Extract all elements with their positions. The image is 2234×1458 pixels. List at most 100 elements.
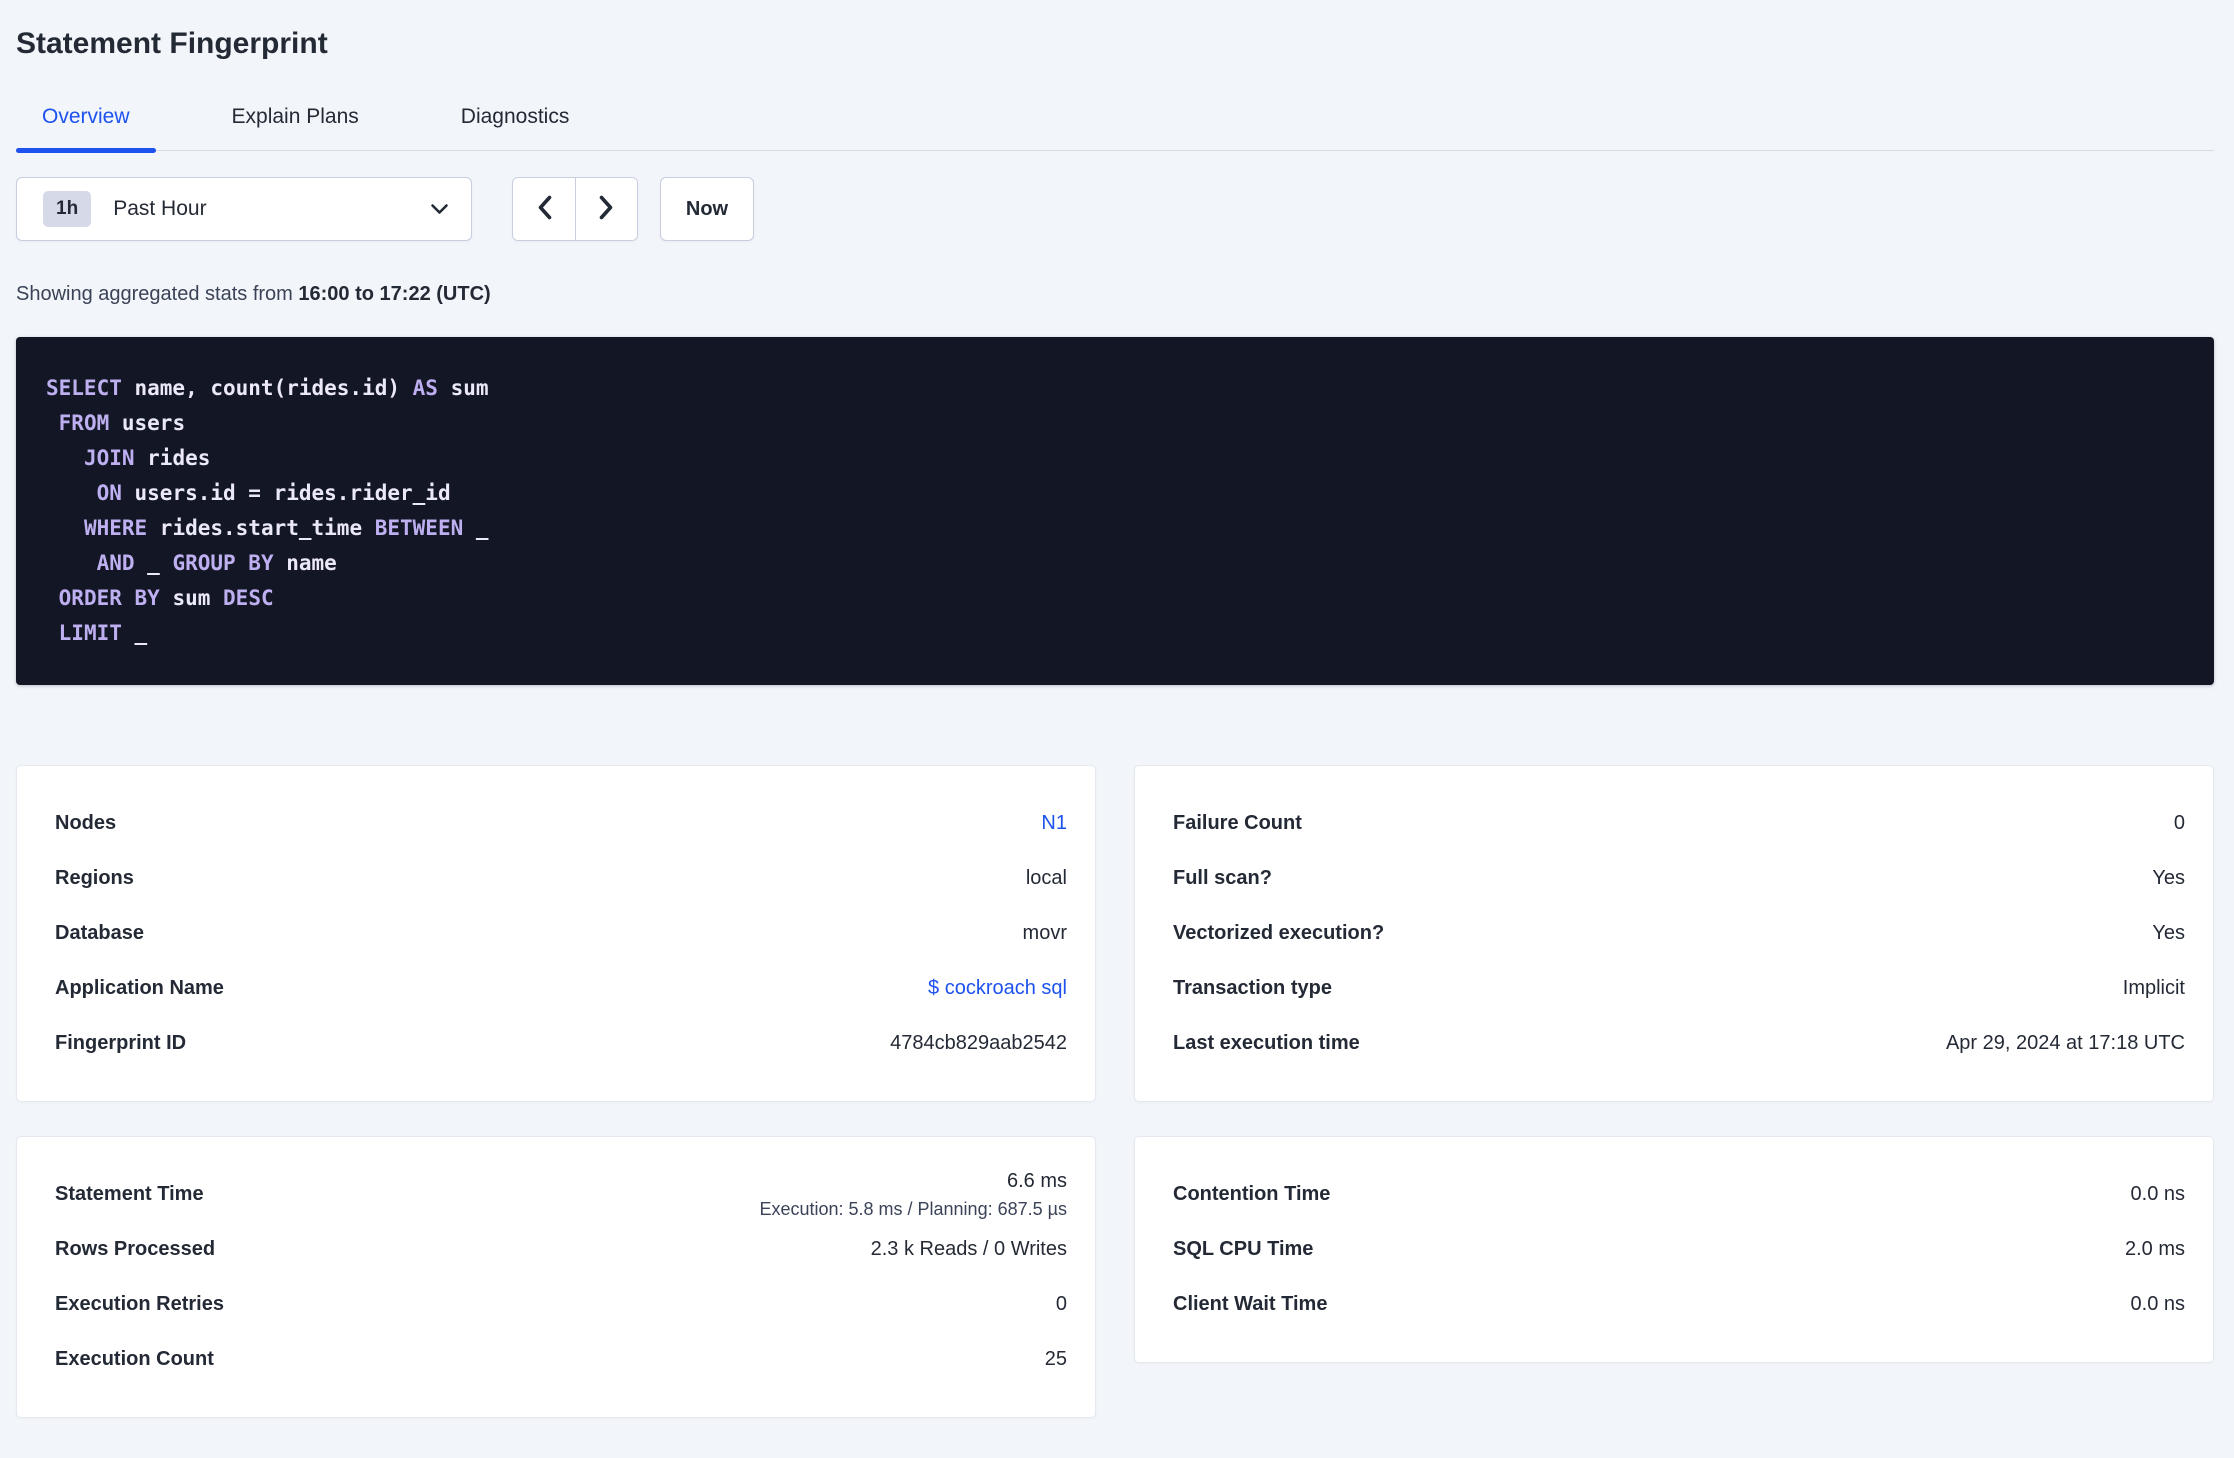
sql-text: users <box>109 411 186 435</box>
sql-keyword: AS <box>412 376 438 400</box>
execution-attributes-card: Failure Count 0 Full scan? Yes Vectorized ex… <box>1134 765 2214 1102</box>
sql-keyword: GROUP BY <box>172 551 274 575</box>
stat-value-wrap: N1 <box>1041 812 1067 835</box>
stat-subvalue: Execution: 5.8 ms / Planning: 687.5 µs <box>759 1198 1067 1219</box>
wait-times-card: Contention Time 0.0 ns SQL CPU Time 2.0 ms C… <box>1134 1136 2214 1363</box>
stat-value: 0.0 ns <box>2130 1183 2185 1205</box>
stat-row: Execution Retries 0 <box>55 1277 1067 1332</box>
stat-value-wrap: Implicit <box>2123 977 2185 1000</box>
stat-value-wrap: 4784cb829aab2542 <box>890 1032 1067 1055</box>
statement-times-card: Statement Time 6.6 ms Execution: 5.8 ms / … <box>16 1136 1096 1418</box>
stat-value: 0.0 ns <box>2130 1293 2185 1315</box>
tab-explain-plans[interactable]: Explain Plans <box>206 104 385 150</box>
stat-value: 6.6 ms <box>1006 1169 1067 1192</box>
time-nav-group <box>512 177 638 241</box>
stat-label: Last execution time <box>1173 1032 1360 1054</box>
stat-row: Last execution time Apr 29, 2024 at 17:18… <box>1173 1016 2185 1071</box>
stat-value: 4784cb829aab2542 <box>890 1032 1067 1054</box>
stat-label: Contention Time <box>1173 1183 1331 1205</box>
time-range-select[interactable]: 1h Past Hour <box>16 177 472 241</box>
stat-value-wrap: 0 <box>2174 812 2185 835</box>
stat-row: Transaction type Implicit <box>1173 961 2185 1016</box>
sql-line: JOIN rides <box>46 441 2184 476</box>
stat-value: local <box>1025 867 1067 889</box>
aggregated-stats-line: Showing aggregated stats from 16:00 to 1… <box>16 281 2214 307</box>
stat-label: Full scan? <box>1173 867 1272 889</box>
stat-value-wrap: Yes <box>2152 867 2185 890</box>
chevron-right-icon <box>598 194 615 224</box>
sql-keyword: BETWEEN <box>374 516 464 540</box>
statement-fingerprint-page: Statement Fingerprint Overview Explain P… <box>0 0 2234 1430</box>
sql-text: sum <box>159 586 224 610</box>
stat-value-link[interactable]: $ cockroach sql <box>928 977 1067 999</box>
sql-line: ON users.id = rides.rider_id <box>46 476 2184 511</box>
time-controls: 1h Past Hour Now <box>16 177 2214 241</box>
sql-keyword: DESC <box>223 586 274 610</box>
stat-value-wrap: 2.0 ms <box>2125 1238 2185 1261</box>
stat-value: Yes <box>2152 922 2185 944</box>
sql-line: AND _ GROUP BY name <box>46 546 2184 581</box>
sql-text: name, count(rides.id) <box>121 376 413 400</box>
stat-row: Full scan? Yes <box>1173 851 2185 906</box>
sql-text: sum <box>437 376 489 400</box>
stat-value: 2.0 ms <box>2124 1238 2185 1260</box>
stat-value: movr <box>1022 922 1067 944</box>
stat-value: 0 <box>2173 812 2185 834</box>
sql-keyword: WHERE <box>83 516 148 540</box>
stat-value-wrap: Yes <box>2152 922 2185 945</box>
sql-text: _ <box>463 516 489 540</box>
stat-value-wrap: 0 <box>1056 1293 1067 1316</box>
now-button[interactable]: Now <box>660 177 754 241</box>
stat-row: Client Wait Time 0.0 ns <box>1173 1277 2185 1332</box>
sql-code: SELECT name, count(rides.id) AS sum FROM… <box>46 371 2184 651</box>
stat-value-wrap: 2.3 k Reads / 0 Writes <box>871 1238 1067 1261</box>
stat-value-wrap: 6.6 ms Execution: 5.8 ms / Planning: 687.… <box>759 1170 1067 1220</box>
sql-line: ORDER BY sum DESC <box>46 581 2184 616</box>
stat-value-wrap: 25 <box>1045 1348 1067 1371</box>
stat-row: Database movr <box>55 906 1067 961</box>
tab-overview[interactable]: Overview <box>16 104 156 153</box>
stat-row: Regions local <box>55 851 1067 906</box>
sql-text: _ <box>134 551 173 575</box>
sql-keyword: FROM <box>58 411 110 435</box>
sql-text: _ <box>121 621 148 645</box>
time-range-label: Past Hour <box>113 197 207 220</box>
sql-text: rides <box>134 446 211 470</box>
sql-text: name <box>273 551 337 575</box>
sql-line: LIMIT _ <box>46 616 2184 651</box>
stat-label: Fingerprint ID <box>55 1032 187 1054</box>
stat-value: 0 <box>1055 1293 1067 1315</box>
chevron-left-icon <box>536 194 553 224</box>
stat-label: Rows Processed <box>55 1238 216 1260</box>
next-time-button[interactable] <box>575 178 637 240</box>
sql-statement-box: SELECT name, count(rides.id) AS sum FROM… <box>16 337 2214 685</box>
stat-value-wrap: $ cockroach sql <box>928 977 1067 1000</box>
prev-time-button[interactable] <box>513 178 575 240</box>
stat-label: Application Name <box>55 977 224 999</box>
stat-row: Vectorized execution? Yes <box>1173 906 2185 961</box>
tab-diagnostics[interactable]: Diagnostics <box>435 104 596 150</box>
stat-row: Statement Time 6.6 ms Execution: 5.8 ms / … <box>55 1167 1067 1222</box>
stat-label: Statement Time <box>55 1183 204 1205</box>
sql-keyword: ORDER BY <box>58 586 160 610</box>
stat-value-link[interactable]: N1 <box>1041 812 1067 834</box>
stat-value-wrap: local <box>1026 867 1067 890</box>
stat-label: Vectorized execution? <box>1173 922 1385 944</box>
stat-label: Failure Count <box>1173 812 1302 834</box>
stat-row: Nodes N1 <box>55 796 1067 851</box>
stat-value: Apr 29, 2024 at 17:18 UTC <box>1945 1032 2185 1054</box>
stat-value: Implicit <box>2122 977 2185 999</box>
stats-line-range: 16:00 to 17:22 (UTC) <box>298 283 491 305</box>
stat-value-wrap: Apr 29, 2024 at 17:18 UTC <box>1946 1032 2185 1055</box>
chevron-down-icon <box>430 203 449 215</box>
stat-value-wrap: 0.0 ns <box>2131 1293 2185 1316</box>
sql-text: rides.start_time <box>147 516 375 540</box>
sql-keyword: LIMIT <box>58 621 122 645</box>
sql-line: FROM users <box>46 406 2184 441</box>
stat-label: Execution Retries <box>55 1293 224 1315</box>
